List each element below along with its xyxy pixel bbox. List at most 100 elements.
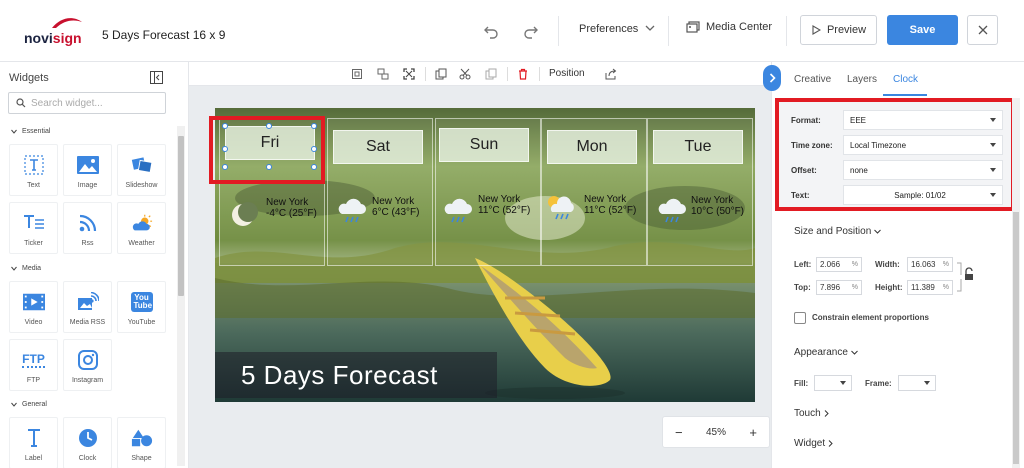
- title-banner[interactable]: 5 Days Forecast: [215, 352, 497, 398]
- forecast-city-temp[interactable]: New York 11°C (52°F): [584, 194, 636, 216]
- instagram-icon: [77, 350, 98, 370]
- active-tab-indicator: [883, 94, 927, 96]
- zoom-out-button[interactable]: −: [675, 425, 683, 440]
- close-button[interactable]: [967, 15, 998, 45]
- widget-section[interactable]: Widget: [794, 438, 833, 449]
- search-icon: [16, 98, 26, 108]
- chevron-down-icon: [851, 350, 858, 355]
- section-essential[interactable]: Essential: [11, 128, 50, 135]
- widget-tile-clock[interactable]: Clock: [63, 417, 112, 468]
- align-icon[interactable]: [351, 68, 363, 80]
- tab-creative[interactable]: Creative: [794, 74, 831, 85]
- tab-clock[interactable]: Clock: [893, 74, 918, 85]
- widgets-scrollbar[interactable]: [177, 126, 185, 466]
- constrain-proportions-label: Constrain element proportions: [812, 313, 929, 322]
- ftp-icon: FTP: [22, 351, 45, 368]
- day-label-tue[interactable]: Tue: [653, 130, 743, 164]
- text-format-select[interactable]: Sample: 01/02: [843, 185, 1003, 205]
- widget-tile-media-rss[interactable]: Media RSS: [63, 281, 112, 333]
- preview-button[interactable]: Preview: [800, 15, 877, 45]
- forecast-city-temp[interactable]: New York 11°C (52°F): [478, 194, 530, 216]
- chevron-right-icon: [769, 73, 776, 83]
- day-label-sat[interactable]: Sat: [333, 130, 423, 164]
- caret-down-icon: [990, 143, 996, 147]
- widget-tile-shape[interactable]: Shape: [117, 417, 166, 468]
- caret-down-icon: [990, 118, 996, 122]
- section-general[interactable]: General: [11, 401, 47, 408]
- fill-color-picker[interactable]: [814, 375, 852, 391]
- label-widget-icon: [27, 429, 40, 447]
- distribute-icon[interactable]: [377, 68, 389, 80]
- lock-ratio-icon[interactable]: [955, 261, 977, 293]
- zoom-control: − 45% +: [662, 416, 770, 448]
- undo-icon[interactable]: [482, 22, 500, 40]
- novisign-logo[interactable]: novisign: [24, 16, 88, 46]
- chevron-right-icon: [824, 410, 829, 417]
- rain-cloud-icon: [658, 198, 686, 223]
- zoom-in-button[interactable]: +: [749, 425, 757, 440]
- share-icon[interactable]: [605, 68, 617, 80]
- text-row: Text: Sample: 01/02: [791, 185, 1011, 205]
- caret-down-icon: [924, 381, 930, 385]
- youtube-icon: You Tube: [130, 292, 153, 312]
- section-media[interactable]: Media: [11, 265, 41, 272]
- day-label-mon[interactable]: Mon: [547, 130, 637, 164]
- appearance-section[interactable]: Appearance: [794, 347, 858, 358]
- widget-tile-video[interactable]: Video: [9, 281, 58, 333]
- forecast-title-text[interactable]: 5 Days Forecast: [241, 360, 438, 391]
- timezone-select[interactable]: Local Timezone: [843, 135, 1003, 155]
- scrollbar-thumb[interactable]: [178, 136, 184, 296]
- widget-search-box[interactable]: [8, 92, 166, 114]
- save-button[interactable]: Save: [887, 15, 958, 45]
- cut-icon[interactable]: [459, 68, 471, 80]
- forecast-city-temp[interactable]: New York 6°C (43°F): [372, 196, 419, 218]
- constrain-proportions-checkbox[interactable]: [794, 312, 806, 324]
- widget-tile-weather[interactable]: Weather: [117, 202, 166, 254]
- tab-layers[interactable]: Layers: [847, 74, 877, 85]
- panel-toggle-button[interactable]: [763, 65, 781, 91]
- rss-widget-icon: [79, 214, 96, 232]
- day-label-sun[interactable]: Sun: [439, 128, 529, 162]
- frame-color-picker[interactable]: [898, 375, 936, 391]
- fit-to-screen-icon[interactable]: [403, 68, 415, 80]
- properties-scrollbar[interactable]: [1012, 98, 1020, 468]
- preferences-menu[interactable]: Preferences: [579, 23, 655, 35]
- height-input[interactable]: 11.389%: [907, 280, 953, 295]
- shape-widget-icon: [131, 429, 152, 447]
- widget-tile-youtube[interactable]: You Tube YouTube: [117, 281, 166, 333]
- copy-icon[interactable]: [435, 68, 447, 80]
- size-and-position-section[interactable]: Size and Position: [794, 226, 882, 237]
- widget-tile-rss[interactable]: Rss: [63, 202, 112, 254]
- format-row: Format: EEE: [791, 110, 1011, 130]
- ticker-widget-icon: [23, 215, 44, 229]
- paste-icon[interactable]: [485, 68, 497, 80]
- forecast-city-temp[interactable]: New York -4°C (25°F): [266, 197, 317, 219]
- search-widget-input[interactable]: [31, 97, 161, 109]
- position-menu[interactable]: Position: [549, 68, 585, 79]
- collapse-panel-icon[interactable]: [150, 71, 163, 84]
- chevron-down-icon: [874, 229, 882, 234]
- format-select[interactable]: EEE: [843, 110, 1003, 130]
- sun-cloud-rain-icon: [548, 196, 574, 220]
- width-input[interactable]: 16.063%: [907, 257, 953, 272]
- delete-icon[interactable]: [517, 68, 529, 80]
- top-header: novisign 5 Days Forecast 16 x 9 Preferen…: [0, 0, 1024, 62]
- left-position-input[interactable]: 2.066%: [816, 257, 862, 272]
- redo-icon[interactable]: [522, 22, 540, 40]
- widget-tile-text[interactable]: Text: [9, 144, 58, 196]
- touch-section[interactable]: Touch: [794, 408, 829, 419]
- logo-swoosh-icon: [52, 18, 82, 28]
- logo-text: novisign: [24, 30, 82, 46]
- widget-tile-instagram[interactable]: Instagram: [63, 339, 112, 391]
- top-position-input[interactable]: 7.896%: [816, 280, 862, 295]
- chevron-down-icon: [645, 25, 655, 31]
- widget-tile-ftp[interactable]: FTP FTP: [9, 339, 58, 391]
- scrollbar-thumb[interactable]: [1013, 212, 1019, 464]
- widget-tile-image[interactable]: Image: [63, 144, 112, 196]
- widget-tile-ticker[interactable]: Ticker: [9, 202, 58, 254]
- widget-tile-slideshow[interactable]: Slideshow: [117, 144, 166, 196]
- offset-select[interactable]: none: [843, 160, 1003, 180]
- forecast-city-temp[interactable]: New York 10°C (50°F): [691, 195, 744, 217]
- widget-tile-label[interactable]: Label: [9, 417, 58, 468]
- media-center-button[interactable]: Media Center: [686, 21, 772, 33]
